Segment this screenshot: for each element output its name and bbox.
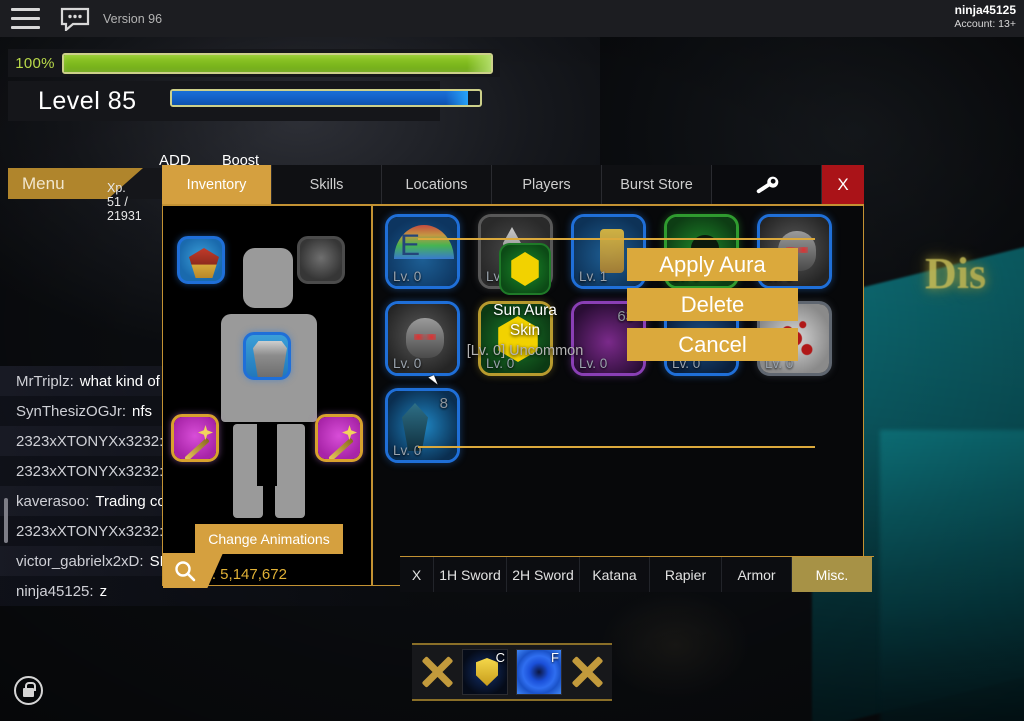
tab-locations[interactable]: Locations	[382, 165, 492, 204]
filter-katana[interactable]: Katana	[580, 557, 650, 592]
inventory-item[interactable]: 8 Lv. 0	[385, 388, 460, 463]
wrench-icon[interactable]	[712, 165, 822, 204]
filter-rapier[interactable]: Rapier	[650, 557, 722, 592]
top-bar: Version 96 ninja45125 Account: 13+	[0, 0, 1024, 37]
filter-2h-sword[interactable]: 2H Sword	[507, 557, 580, 592]
apply-aura-button[interactable]: Apply Aura	[627, 248, 798, 281]
chat-username: 2323xXTONYXx3232:	[16, 432, 164, 450]
tooltip-divider-top	[418, 238, 815, 240]
xp-bar-fill	[172, 91, 468, 105]
filter-clear[interactable]: X	[400, 557, 434, 592]
chest-item-icon	[253, 341, 287, 377]
game-screen: Dis Version 96 ninja45125 Account: 13+ 1…	[0, 0, 1024, 721]
chat-username: kaverasoo:	[16, 492, 90, 510]
change-animations-button[interactable]: Change Animations	[195, 524, 343, 554]
chat-username: ninja45125:	[16, 582, 94, 600]
inventory-item[interactable]: Lv. 0	[385, 301, 460, 376]
hamburger-icon[interactable]	[11, 8, 40, 29]
character-panel: Change Animations V Vel: 5,147,672	[162, 206, 373, 586]
health-bar	[62, 52, 493, 74]
tooltip-item-name-line2: Skin	[509, 322, 541, 339]
account-name: ninja45125	[954, 3, 1016, 17]
chat-bubble-icon[interactable]	[60, 7, 90, 33]
cancel-button[interactable]: Cancel	[627, 328, 798, 361]
right-hand-item-icon	[318, 417, 360, 459]
xp-bar	[170, 89, 482, 107]
chat-text: nfs	[132, 402, 153, 420]
tab-inventory[interactable]: Inventory	[162, 165, 272, 204]
ability-hotbar: C F	[412, 643, 612, 701]
sun-aura-icon	[499, 243, 551, 295]
version-label: Version 96	[103, 12, 163, 26]
chat-text: z	[99, 582, 108, 600]
chat-username: victor_gabrielx2xD:	[16, 552, 144, 570]
health-bar-row: 100%	[8, 49, 500, 77]
close-button[interactable]: X	[822, 165, 864, 204]
item-tooltip: Sun Aura Skin [Lv. 0] Uncommon	[455, 243, 595, 359]
chest-slot[interactable]	[243, 332, 291, 380]
ability-slot-ring[interactable]: F	[516, 649, 562, 695]
item-level: Lv. 0	[393, 356, 422, 371]
tab-skills[interactable]: Skills	[272, 165, 382, 204]
tooltip-item-name-line1: Sun Aura	[493, 302, 557, 319]
account-info: ninja45125 Account: 13+	[954, 3, 1016, 31]
filter-misc[interactable]: Misc.	[792, 557, 872, 592]
chat-text: Trading cor	[95, 492, 171, 510]
head-item-icon	[189, 248, 219, 278]
window-tab-bar: Inventory Skills Locations Players Burst…	[162, 165, 864, 204]
category-filter-bar: X 1H Sword 2H Sword Katana Rapier Armor …	[400, 556, 874, 592]
crossed-swords-icon[interactable]	[570, 655, 604, 689]
ability-key-label: F	[551, 650, 559, 665]
item-level: Lv. 0	[393, 269, 422, 284]
delete-button[interactable]: Delete	[627, 288, 798, 321]
tooltip-item-rarity: [Lv. 0] Uncommon	[466, 343, 584, 359]
item-action-menu: Apply Aura Delete Cancel	[627, 248, 798, 368]
ability-key-label: C	[495, 650, 505, 665]
ability-slot-shield[interactable]: C	[462, 649, 508, 695]
level-label: Level 85	[38, 86, 137, 115]
tab-players[interactable]: Players	[492, 165, 602, 204]
lock-icon[interactable]	[14, 676, 43, 705]
chat-scrollbar[interactable]	[4, 498, 8, 543]
tab-burst-store[interactable]: Burst Store	[602, 165, 712, 204]
health-percent-label: 100%	[15, 54, 55, 72]
face-slot[interactable]	[297, 236, 345, 284]
tooltip-divider-bottom	[418, 446, 815, 448]
xp-count-label: Xp. 51 / 21931	[107, 181, 142, 223]
left-hand-item-icon	[174, 417, 216, 459]
head-slot[interactable]	[177, 236, 225, 284]
item-quantity: 8	[439, 395, 448, 412]
item-equipped-marker: E	[400, 229, 421, 262]
filter-1h-sword[interactable]: 1H Sword	[434, 557, 507, 592]
chat-username: 2323xXTONYXx3232:	[16, 522, 164, 540]
chat-username: 2323xXTONYXx3232:	[16, 462, 164, 480]
search-icon	[175, 560, 196, 581]
health-bar-fill	[64, 54, 491, 72]
left-hand-slot[interactable]	[171, 414, 219, 462]
inventory-window: Inventory Skills Locations Players Burst…	[162, 165, 864, 586]
chat-username: MrTriplz:	[16, 372, 74, 390]
right-hand-slot[interactable]	[315, 414, 363, 462]
filter-armor[interactable]: Armor	[722, 557, 792, 592]
account-type: Account: 13+	[954, 18, 1016, 30]
chat-username: SynThesizOGJr:	[16, 402, 127, 420]
avatar	[211, 248, 327, 518]
crossed-swords-icon[interactable]	[420, 655, 454, 689]
inventory-item[interactable]: E Lv. 0	[385, 214, 460, 289]
